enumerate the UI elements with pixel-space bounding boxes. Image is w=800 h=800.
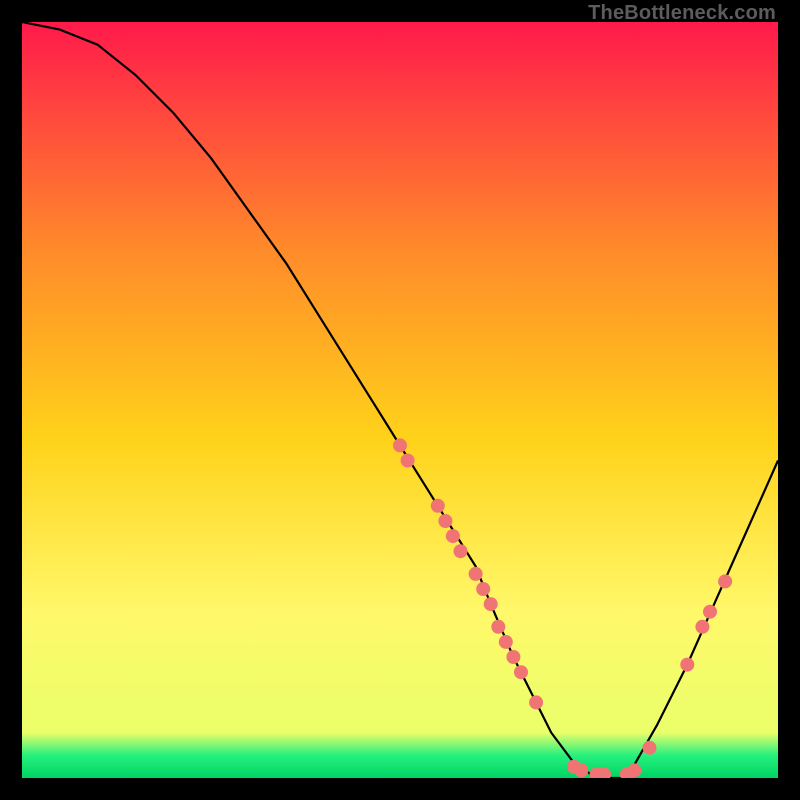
data-point	[454, 544, 468, 558]
data-point	[718, 574, 732, 588]
data-point	[393, 438, 407, 452]
bottleneck-chart	[22, 22, 778, 778]
data-point	[491, 620, 505, 634]
chart-frame	[22, 22, 778, 778]
data-point	[529, 695, 543, 709]
data-point	[476, 582, 490, 596]
data-point	[514, 665, 528, 679]
watermark-text: TheBottleneck.com	[588, 2, 776, 25]
data-point	[499, 635, 513, 649]
data-point	[703, 605, 717, 619]
data-point	[438, 514, 452, 528]
data-point	[627, 763, 641, 777]
data-point	[680, 658, 694, 672]
data-point	[446, 529, 460, 543]
data-point	[695, 620, 709, 634]
data-point	[643, 741, 657, 755]
data-point	[469, 567, 483, 581]
data-point	[484, 597, 498, 611]
gradient-background	[22, 22, 778, 778]
data-point	[401, 454, 415, 468]
data-point	[506, 650, 520, 664]
data-point	[431, 499, 445, 513]
data-point	[574, 763, 588, 777]
